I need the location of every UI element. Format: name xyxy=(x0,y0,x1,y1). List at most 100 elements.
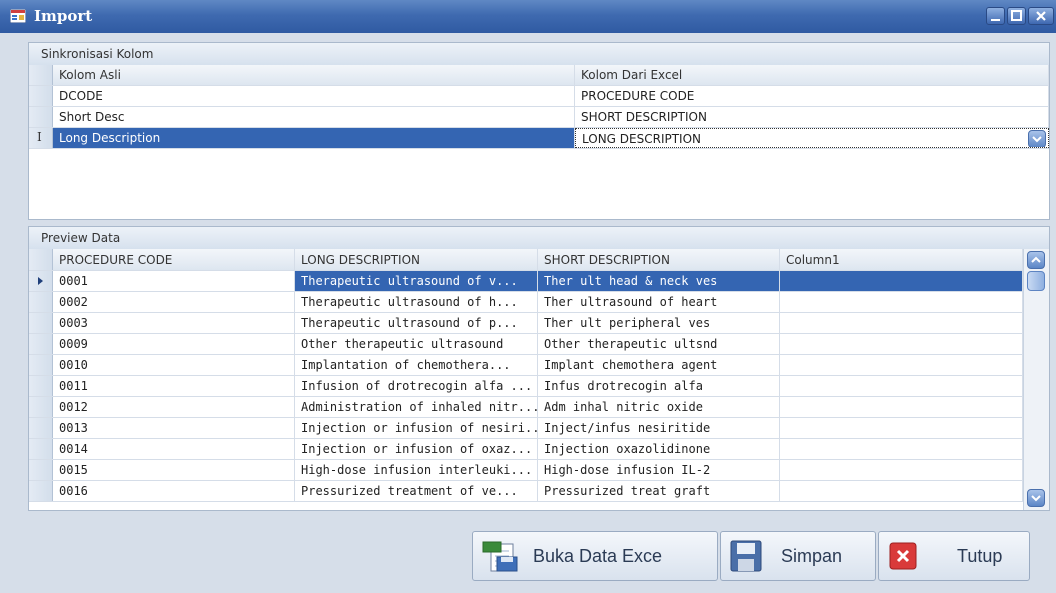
row-header[interactable] xyxy=(29,376,53,396)
short-description-cell[interactable]: Injection oxazolidinone xyxy=(538,439,780,459)
procedure-code-cell[interactable]: 0016 xyxy=(53,481,295,501)
form-icon xyxy=(10,9,26,23)
vertical-scrollbar[interactable] xyxy=(1023,249,1049,510)
long-description-cell[interactable]: High-dose infusion interleuki... xyxy=(295,460,538,480)
table-row[interactable]: 0015 High-dose infusion interleuki... High… xyxy=(29,460,1049,481)
long-description-cell[interactable]: Therapeutic ultrasound of p... xyxy=(295,313,538,333)
procedure-code-cell[interactable]: 0012 xyxy=(53,397,295,417)
short-description-cell[interactable]: Ther ultrasound of heart xyxy=(538,292,780,312)
column1-cell[interactable] xyxy=(780,439,1023,459)
procedure-code-cell[interactable]: 0003 xyxy=(53,313,295,333)
column1-cell[interactable] xyxy=(780,460,1023,480)
table-row[interactable]: 0003 Therapeutic ultrasound of p... Ther u… xyxy=(29,313,1049,334)
row-header[interactable] xyxy=(29,397,53,417)
long-description-cell[interactable]: Administration of inhaled nitr... xyxy=(295,397,538,417)
maximize-button[interactable] xyxy=(1007,7,1026,25)
minimize-button[interactable] xyxy=(986,7,1005,25)
short-description-cell[interactable]: Implant chemothera agent xyxy=(538,355,780,375)
column1-cell[interactable] xyxy=(780,397,1023,417)
short-description-cell[interactable]: Infus drotrecogin alfa xyxy=(538,376,780,396)
row-header[interactable] xyxy=(29,355,53,375)
procedure-code-cell[interactable]: 0002 xyxy=(53,292,295,312)
window-title: Import xyxy=(34,7,93,25)
short-description-cell[interactable]: High-dose infusion IL-2 xyxy=(538,460,780,480)
procedure-code-cell[interactable]: 0015 xyxy=(53,460,295,480)
short-description-cell[interactable]: Pressurized treat graft xyxy=(538,481,780,501)
row-header[interactable] xyxy=(29,439,53,459)
column1-cell[interactable] xyxy=(780,271,1023,291)
table-row[interactable]: 0013 Injection or infusion of nesiri... In… xyxy=(29,418,1049,439)
long-description-cell[interactable]: Injection or infusion of oxaz... xyxy=(295,439,538,459)
column-header-kolom-asli[interactable]: Kolom Asli xyxy=(53,65,575,85)
preview-data-grid[interactable]: PROCEDURE CODE LONG DESCRIPTION SHORT DE… xyxy=(29,249,1049,510)
long-description-cell[interactable]: Therapeutic ultrasound of v... xyxy=(295,271,538,291)
table-row[interactable]: 0014 Injection or infusion of oxaz... Inje… xyxy=(29,439,1049,460)
short-description-cell[interactable]: Other therapeutic ultsnd xyxy=(538,334,780,354)
column1-cell[interactable] xyxy=(780,313,1023,333)
short-description-cell[interactable]: Ther ult peripheral ves xyxy=(538,313,780,333)
column-header-short-description[interactable]: SHORT DESCRIPTION xyxy=(538,249,780,270)
procedure-code-cell[interactable]: 0014 xyxy=(53,439,295,459)
row-header[interactable] xyxy=(29,460,53,480)
table-row[interactable]: 0011 Infusion of drotrecogin alfa ... Infu… xyxy=(29,376,1049,397)
save-icon xyxy=(730,540,762,572)
table-row[interactable]: 0009 Other therapeutic ultrasound Other th… xyxy=(29,334,1049,355)
row-header[interactable] xyxy=(29,334,53,354)
title-bar[interactable]: Import xyxy=(0,0,1056,33)
kolom-excel-cell[interactable]: SHORT DESCRIPTION xyxy=(575,107,1049,127)
table-row[interactable]: 0002 Therapeutic ultrasound of h... Ther u… xyxy=(29,292,1049,313)
scroll-up-button[interactable] xyxy=(1027,251,1045,269)
column-header-column1[interactable]: Column1 xyxy=(780,249,1023,270)
row-header[interactable] xyxy=(29,418,53,438)
long-description-cell[interactable]: Pressurized treatment of ve... xyxy=(295,481,538,501)
table-row[interactable]: 0012 Administration of inhaled nitr... Adm… xyxy=(29,397,1049,418)
column1-cell[interactable] xyxy=(780,376,1023,396)
table-row[interactable]: 0001 Therapeutic ultrasound of v... Ther u… xyxy=(29,271,1049,292)
column1-cell[interactable] xyxy=(780,418,1023,438)
column1-cell[interactable] xyxy=(780,481,1023,501)
table-row[interactable]: DCODE PROCEDURE CODE xyxy=(29,86,1049,107)
row-header[interactable]: I xyxy=(29,128,53,148)
column-header-kolom-dari-excel[interactable]: Kolom Dari Excel xyxy=(575,65,1049,85)
kolom-excel-combobox[interactable]: LONG DESCRIPTION xyxy=(575,128,1049,148)
short-description-cell[interactable]: Adm inhal nitric oxide xyxy=(538,397,780,417)
row-header[interactable] xyxy=(29,292,53,312)
row-header[interactable] xyxy=(29,86,53,106)
table-row[interactable]: 0016 Pressurized treatment of ve... Pressu… xyxy=(29,481,1049,502)
procedure-code-cell[interactable]: 0009 xyxy=(53,334,295,354)
table-row[interactable]: 0010 Implantation of chemothera... Implant… xyxy=(29,355,1049,376)
kolom-asli-cell[interactable]: DCODE xyxy=(53,86,575,106)
long-description-cell[interactable]: Implantation of chemothera... xyxy=(295,355,538,375)
row-header[interactable] xyxy=(29,313,53,333)
short-description-cell[interactable]: Inject/infus nesiritide xyxy=(538,418,780,438)
kolom-asli-cell[interactable]: Long Description xyxy=(53,128,575,148)
long-description-cell[interactable]: Other therapeutic ultrasound xyxy=(295,334,538,354)
short-description-cell[interactable]: Ther ult head & neck ves xyxy=(538,271,780,291)
current-row-header[interactable] xyxy=(29,271,53,291)
procedure-code-cell[interactable]: 0011 xyxy=(53,376,295,396)
scroll-down-button[interactable] xyxy=(1027,489,1045,507)
simpan-button[interactable]: Simpan xyxy=(720,531,876,581)
column-header-long-description[interactable]: LONG DESCRIPTION xyxy=(295,249,538,270)
scroll-thumb[interactable] xyxy=(1027,271,1045,291)
tutup-button[interactable]: Tutup xyxy=(878,531,1030,581)
column1-cell[interactable] xyxy=(780,292,1023,312)
column1-cell[interactable] xyxy=(780,334,1023,354)
buka-data-excel-button[interactable]: Buka Data Exce xyxy=(472,531,718,581)
close-window-button[interactable] xyxy=(1028,7,1054,25)
kolom-excel-cell[interactable]: PROCEDURE CODE xyxy=(575,86,1049,106)
table-row[interactable]: Short Desc SHORT DESCRIPTION xyxy=(29,107,1049,128)
procedure-code-cell[interactable]: 0013 xyxy=(53,418,295,438)
long-description-cell[interactable]: Injection or infusion of nesiri... xyxy=(295,418,538,438)
row-header[interactable] xyxy=(29,481,53,501)
long-description-cell[interactable]: Therapeutic ultrasound of h... xyxy=(295,292,538,312)
column-header-procedure-code[interactable]: PROCEDURE CODE xyxy=(53,249,295,270)
table-row-selected[interactable]: I Long Description LONG DESCRIPTION xyxy=(29,128,1049,149)
row-header[interactable] xyxy=(29,107,53,127)
column1-cell[interactable] xyxy=(780,355,1023,375)
procedure-code-cell[interactable]: 0001 xyxy=(53,271,295,291)
dropdown-button[interactable] xyxy=(1028,130,1046,147)
procedure-code-cell[interactable]: 0010 xyxy=(53,355,295,375)
kolom-asli-cell[interactable]: Short Desc xyxy=(53,107,575,127)
long-description-cell[interactable]: Infusion of drotrecogin alfa ... xyxy=(295,376,538,396)
